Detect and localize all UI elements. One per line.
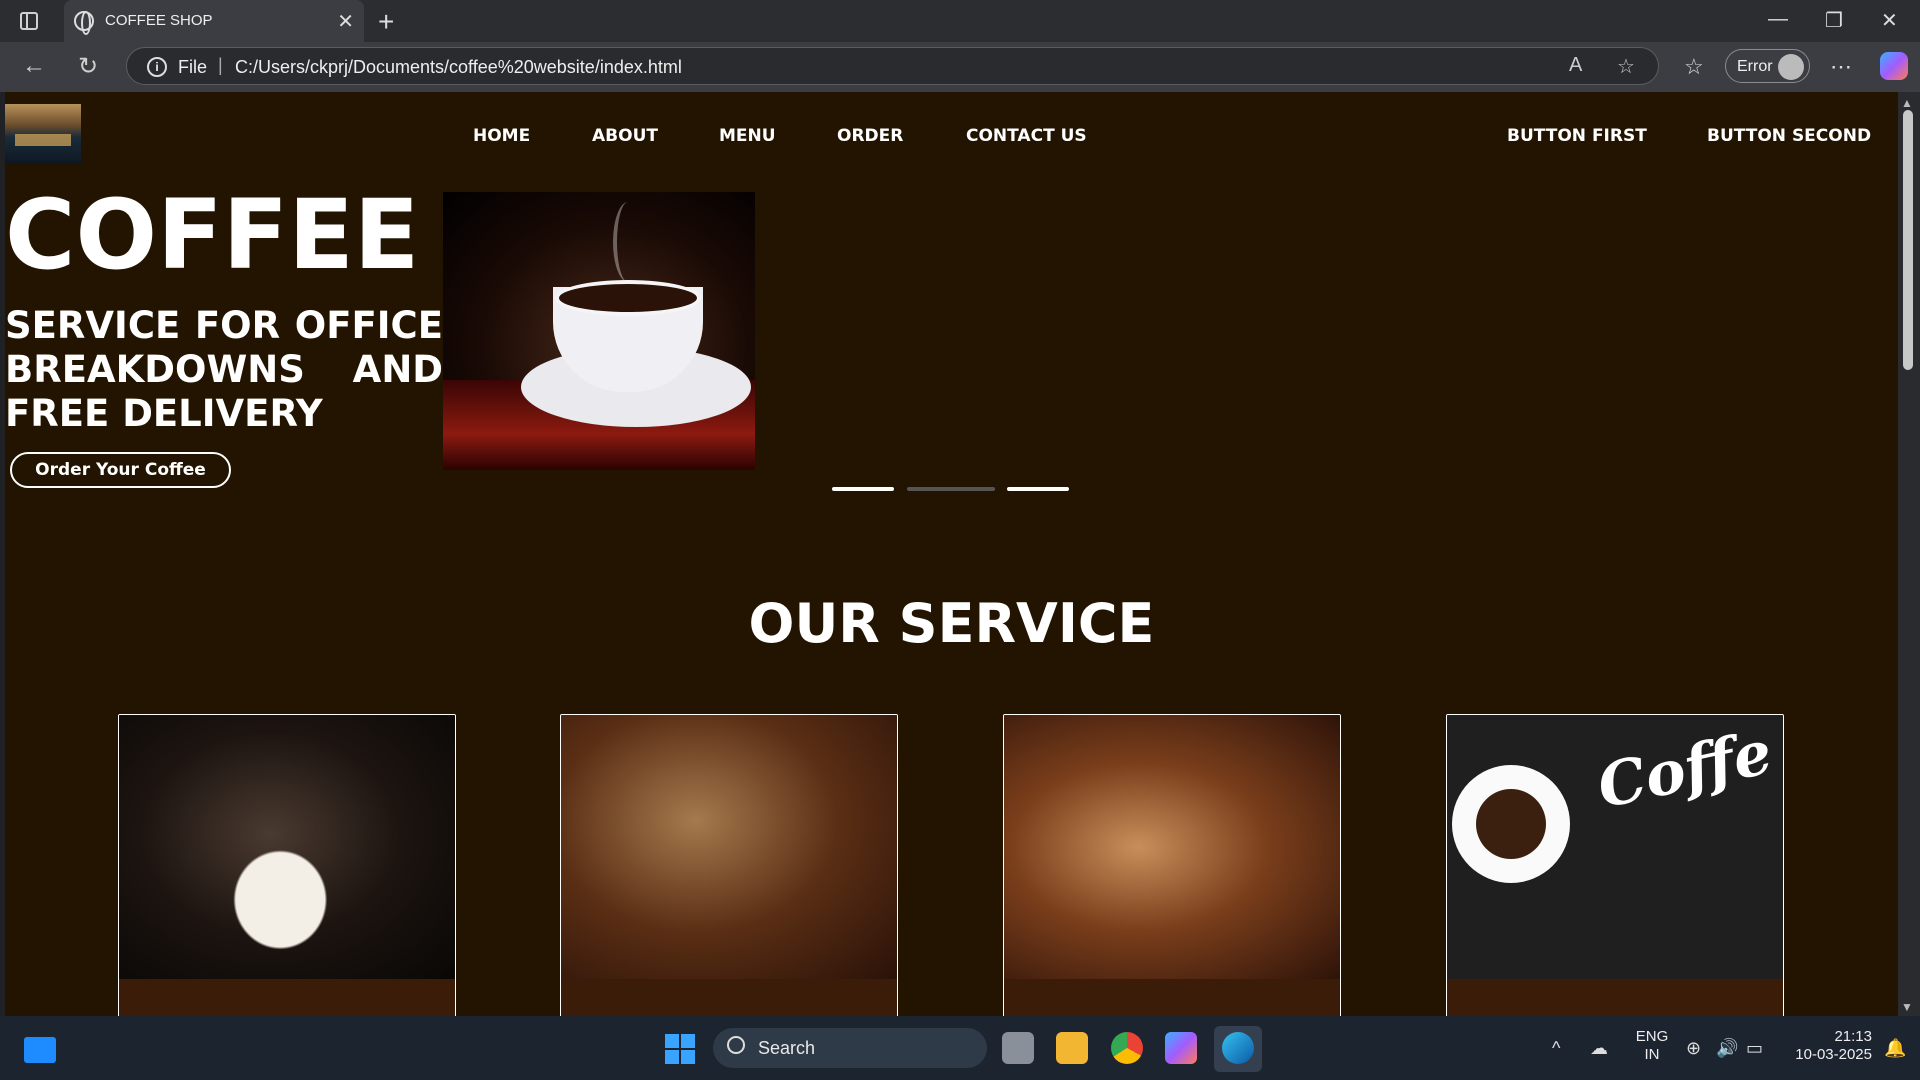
hero-title: COFFEE xyxy=(5,179,420,291)
info-icon[interactable]: i xyxy=(147,57,167,77)
browser-tab[interactable]: COFFEE SHOP ✕ xyxy=(64,0,364,42)
read-aloud-icon[interactable]: A xyxy=(1569,54,1582,77)
service-card-3[interactable] xyxy=(1003,714,1341,1016)
onedrive-icon[interactable]: ☁ xyxy=(1590,1038,1608,1059)
hero-subtitle: SERVICE FOR OFFICE BREAKDOWNS AND FREE D… xyxy=(5,304,443,435)
service-card-4[interactable]: Coffe xyxy=(1446,714,1784,1016)
profile-label: Error xyxy=(1737,58,1773,75)
profile-button[interactable]: Error xyxy=(1725,49,1810,83)
more-options-icon[interactable]: ⋯ xyxy=(1830,54,1852,80)
start-icon[interactable] xyxy=(665,1034,695,1064)
region-code: IN xyxy=(1644,1046,1660,1063)
nav-about[interactable]: ABOUT xyxy=(592,126,658,146)
nav-order[interactable]: ORDER xyxy=(837,126,903,146)
task-view-icon[interactable] xyxy=(1002,1032,1034,1064)
copilot-app-icon[interactable] xyxy=(1165,1032,1197,1064)
network-icon[interactable]: ⊕ xyxy=(1686,1038,1701,1059)
scroll-down-icon[interactable]: ▼ xyxy=(1901,1000,1913,1014)
site-logo[interactable] xyxy=(5,104,81,164)
button-first[interactable]: BUTTON FIRST xyxy=(1507,126,1647,146)
espresso-machine-image xyxy=(119,715,455,979)
slider-dot-2[interactable] xyxy=(907,487,995,491)
avatar xyxy=(1778,54,1804,80)
close-window-icon[interactable]: ✕ xyxy=(1881,8,1898,33)
chrome-icon[interactable] xyxy=(1111,1032,1143,1064)
reload-icon[interactable]: ↻ xyxy=(78,52,98,81)
copilot-icon[interactable] xyxy=(1880,52,1908,80)
tab-title: COFFEE SHOP xyxy=(105,12,213,29)
edge-icon[interactable] xyxy=(1222,1032,1254,1064)
file-explorer-icon[interactable] xyxy=(1056,1032,1088,1064)
address-bar: ← ↻ i File | C:/Users/ckprj/Documents/co… xyxy=(0,42,1920,92)
battery-icon[interactable]: ▭ xyxy=(1746,1038,1763,1059)
globe-icon xyxy=(74,11,94,35)
close-tab-icon[interactable]: ✕ xyxy=(337,9,354,34)
service-card-2[interactable] xyxy=(560,714,898,1016)
widgets-icon[interactable] xyxy=(24,1037,56,1063)
coffee-beans-sack-image xyxy=(561,715,897,979)
nav-home[interactable]: HOME xyxy=(473,126,530,146)
clock-date: 10-03-2025 xyxy=(1795,1046,1872,1063)
coffee-grinder-image xyxy=(1004,715,1340,979)
clock-time: 21:13 xyxy=(1834,1028,1872,1045)
favorites-icon[interactable]: ☆ xyxy=(1684,54,1704,80)
clock[interactable]: 21:13 10-03-2025 xyxy=(1782,1028,1872,1064)
url-scheme: File xyxy=(178,57,208,77)
url-text[interactable]: C:/Users/ckprj/Documents/coffee%20websit… xyxy=(235,57,682,78)
url-separator: | xyxy=(218,55,223,75)
volume-icon[interactable]: 🔊 xyxy=(1716,1038,1738,1059)
favorite-star-icon[interactable]: ☆ xyxy=(1617,54,1635,79)
tab-bar: COFFEE SHOP ✕ + — ❐ ✕ xyxy=(0,0,1920,42)
web-page: HOME ABOUT MENU ORDER CONTACT US BUTTON … xyxy=(5,92,1898,1016)
restore-icon[interactable]: ❐ xyxy=(1825,8,1843,33)
taskbar-search[interactable]: Search xyxy=(713,1028,987,1068)
notifications-icon[interactable]: 🔔 xyxy=(1884,1038,1906,1059)
back-icon[interactable]: ← xyxy=(22,52,46,80)
nav-contact-us[interactable]: CONTACT US xyxy=(966,126,1087,146)
minimize-icon[interactable]: — xyxy=(1768,8,1788,31)
coffee-chalkboard-image: Coffe xyxy=(1447,715,1783,979)
slider-dot-1[interactable] xyxy=(832,487,894,491)
url-field[interactable]: i File | C:/Users/ckprj/Documents/coffee… xyxy=(126,47,1659,85)
nav-menu[interactable]: MENU xyxy=(719,126,776,146)
tab-actions-icon[interactable] xyxy=(20,12,38,30)
language-code: ENG xyxy=(1635,1028,1669,1045)
slider-dot-3[interactable] xyxy=(1007,487,1069,491)
show-hidden-icons[interactable]: ^ xyxy=(1552,1038,1560,1059)
scrollbar-thumb[interactable] xyxy=(1903,110,1913,370)
new-tab-button[interactable]: + xyxy=(378,6,394,38)
taskbar: Search ^ ☁ ENG IN ⊕ 🔊 ▭ 21:13 10-03-2025… xyxy=(0,1016,1920,1080)
search-icon xyxy=(727,1036,745,1054)
scroll-up-icon[interactable]: ▲ xyxy=(1901,96,1913,110)
hero-coffee-image xyxy=(443,192,755,470)
section-title: OUR SERVICE xyxy=(748,592,1155,655)
service-card-1[interactable] xyxy=(118,714,456,1016)
language-indicator[interactable]: ENG IN xyxy=(1632,1028,1672,1064)
search-label: Search xyxy=(758,1038,816,1058)
order-coffee-button[interactable]: Order Your Coffee xyxy=(10,452,231,488)
button-second[interactable]: BUTTON SECOND xyxy=(1707,126,1871,146)
